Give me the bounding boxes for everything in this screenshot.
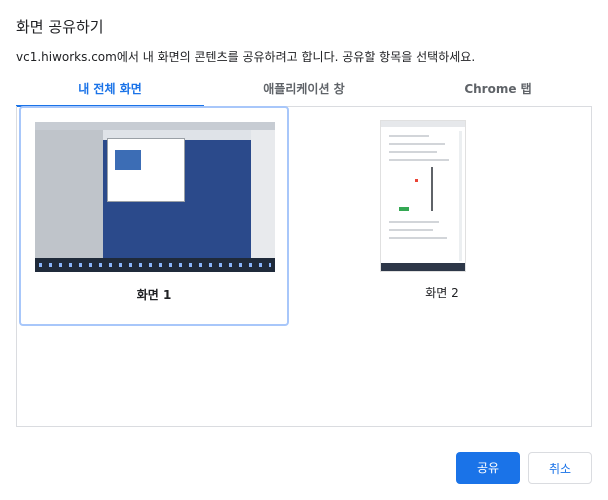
cancel-button[interactable]: 취소 [528, 452, 592, 484]
tab-entire-screen[interactable]: 내 전체 화면 [16, 76, 204, 107]
screen-share-dialog: 화면 공유하기 vc1.hiworks.com에서 내 화면의 콘텐츠를 공유하… [0, 0, 608, 500]
source-tabs: 내 전체 화면 애플리케이션 창 Chrome 탭 [16, 76, 592, 107]
tab-chrome-tab[interactable]: Chrome 탭 [404, 76, 592, 106]
screen-list-panel: 화면 1 화면 2 [16, 106, 592, 427]
dialog-title: 화면 공유하기 [16, 18, 104, 36]
screen-option-2[interactable]: 화면 2 [307, 106, 577, 326]
screen-option-1[interactable]: 화면 1 [19, 106, 289, 326]
share-button[interactable]: 공유 [456, 452, 520, 484]
dialog-description: vc1.hiworks.com에서 내 화면의 콘텐츠를 공유하려고 합니다. … [16, 50, 476, 64]
screen-1-label: 화면 1 [136, 288, 172, 302]
screen-2-thumbnail [380, 120, 466, 272]
tab-application-window[interactable]: 애플리케이션 창 [204, 76, 404, 106]
screen-2-label: 화면 2 [425, 286, 459, 300]
screen-1-thumbnail [35, 122, 275, 272]
